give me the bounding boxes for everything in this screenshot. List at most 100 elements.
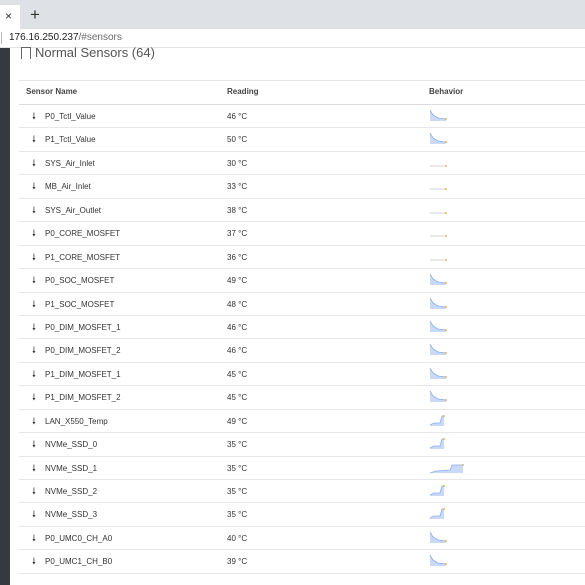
sensor-name: NVMe_SSD_3 — [45, 510, 98, 520]
sparkline-current-dot — [445, 539, 447, 542]
sensor-name: NVMe_SSD_0 — [45, 440, 98, 450]
browser-tab[interactable]: × — [0, 5, 20, 29]
behavior-sparkline — [429, 463, 464, 473]
sparkline-current-dot — [445, 399, 447, 402]
table-row[interactable]: 🠗 P1_Tctl_Value 50 °C — [19, 128, 585, 152]
sensor-name: P1_Tctl_Value — [45, 135, 96, 145]
table-row[interactable]: 🠗 P1_SOC_MOSFET 48 °C — [19, 293, 585, 316]
behavior-sparkline — [429, 297, 447, 309]
table-row[interactable]: 🠗 P0_UMC1_CH_B0 39 °C — [19, 550, 585, 574]
table-row[interactable]: 🠗 NVMe_SSD_0 35 °C — [19, 433, 585, 457]
table-row[interactable]: 🠗 SYS_Air_Inlet 30 °C — [19, 152, 585, 176]
sensor-reading: 35 °C — [227, 463, 248, 473]
browser-tab-bar: × + — [0, 0, 585, 29]
new-tab-button[interactable]: + — [30, 6, 40, 24]
down-arrow-icon: 🠗 — [32, 462, 36, 473]
sensor-reading: 49 °C — [227, 276, 248, 286]
sparkline-current-dot — [445, 118, 447, 120]
sparkline-current-dot — [445, 563, 447, 566]
column-header-sensor-name[interactable]: Sensor Name — [26, 87, 77, 97]
sensor-reading: 39 °C — [227, 557, 248, 567]
sparkline-current-dot — [445, 329, 447, 331]
sensor-reading: 40 °C — [227, 533, 248, 543]
table-row[interactable]: 🠗 MB_Air_Inlet 33 °C — [19, 175, 585, 199]
table-row[interactable]: 🠗 P1_CORE_MOSFET 36 °C — [19, 246, 585, 270]
behavior-sparkline — [429, 438, 445, 450]
behavior-sparkline — [429, 555, 447, 567]
sensor-name: SYS_Air_Outlet — [45, 205, 102, 215]
column-header-reading[interactable]: Reading — [227, 87, 259, 97]
sensor-reading: 46 °C — [227, 322, 248, 332]
sparkline-area — [430, 344, 446, 356]
behavior-sparkline — [429, 133, 447, 145]
section-title: Normal Sensors (64) — [21, 44, 155, 62]
sparkline-area — [430, 110, 446, 121]
behavior-sparkline — [430, 235, 447, 238]
sparkline-area — [430, 133, 446, 145]
behavior-sparkline — [429, 344, 447, 356]
sensor-reading: 38 °C — [227, 205, 248, 215]
sensor-reading: 46 °C — [227, 112, 248, 121]
sensor-reading: 35 °C — [227, 510, 248, 520]
down-arrow-icon: 🠗 — [32, 181, 36, 192]
table-row[interactable]: 🠗 P0_UMC0_CH_A0 40 °C — [19, 527, 585, 551]
table-row[interactable]: 🠗 NVMe_SSD_3 35 °C — [19, 503, 585, 527]
table-row[interactable]: 🠗 P0_DIM_MOSFET_1 46 °C — [19, 316, 585, 340]
table-row[interactable]: 🠗 P1_DIM_MOSFET_2 45 °C — [19, 386, 585, 410]
url-path: /#sensors — [78, 32, 122, 43]
behavior-sparkline — [430, 258, 447, 261]
table-row[interactable]: 🠗 P0_CORE_MOSFET 37 °C — [19, 222, 585, 246]
table-row[interactable]: 🠗 SYS_Air_Outlet 38 °C — [19, 199, 585, 223]
sparkline-area — [430, 464, 463, 473]
sparkline-current-dot — [445, 141, 447, 144]
sensor-name: P0_CORE_MOSFET — [45, 229, 121, 239]
behavior-sparkline — [429, 485, 445, 496]
behavior-sparkline — [429, 367, 447, 379]
column-header-behavior[interactable]: Behavior — [429, 87, 463, 97]
tab-close-icon[interactable]: × — [5, 9, 12, 23]
sensor-name: P0_DIM_MOSFET_1 — [45, 322, 121, 332]
table-row[interactable]: 🠗 P0_DIM_MOSFET_2 46 °C — [19, 339, 585, 363]
sensor-reading: 33 °C — [227, 182, 248, 192]
sensor-name: LAN_X550_Temp — [45, 416, 108, 426]
table-row[interactable]: 🠗 NVMe_SSD_2 35 °C — [19, 480, 585, 504]
behavior-sparkline — [429, 109, 447, 121]
down-arrow-icon: 🠗 — [32, 392, 36, 403]
down-arrow-icon: 🠗 — [32, 439, 36, 450]
sparkline-current-dot — [443, 438, 445, 441]
section-title-text: Normal Sensors (64) — [35, 45, 155, 60]
sensor-reading: 48 °C — [227, 299, 248, 309]
behavior-sparkline — [430, 211, 447, 214]
down-arrow-icon: 🠗 — [32, 415, 36, 426]
sensor-reading: 30 °C — [227, 158, 248, 168]
table-row[interactable]: 🠗 LAN_X550_Temp 49 °C — [19, 410, 585, 434]
down-arrow-icon: 🠗 — [32, 345, 36, 356]
sensor-name: P0_UMC1_CH_B0 — [45, 557, 113, 567]
down-arrow-icon: 🠗 — [32, 321, 36, 332]
table-row[interactable]: 🠗 NVMe_SSD_1 35 °C — [19, 457, 585, 480]
sparkline-current-dot — [445, 188, 447, 191]
behavior-sparkline — [429, 391, 447, 403]
table-row[interactable]: 🠗 P0_Tctl_Value 46 °C — [19, 105, 585, 129]
down-arrow-icon: 🠗 — [32, 111, 36, 121]
sensor-name: P0_UMC0_CH_A0 — [45, 533, 113, 543]
sparkline-current-dot — [462, 463, 464, 466]
sensor-reading: 46 °C — [227, 346, 248, 356]
sensor-reading: 36 °C — [227, 252, 248, 262]
sensor-name: SYS_Air_Inlet — [45, 158, 95, 168]
sensor-name: NVMe_SSD_1 — [45, 463, 98, 473]
url-text[interactable]: 176.16.250.237/#sensors — [9, 32, 122, 44]
sensor-name: NVMe_SSD_2 — [45, 487, 98, 496]
sensor-name: P1_DIM_MOSFET_1 — [45, 369, 121, 379]
sparkline-area — [430, 367, 446, 379]
behavior-sparkline — [429, 320, 447, 332]
table-row[interactable]: 🠗 P0_SOC_MOSFET 49 °C — [19, 269, 585, 293]
sparkline-current-dot — [443, 485, 445, 487]
table-row[interactable]: 🠗 P1_DIM_MOSFET_1 45 °C — [19, 363, 585, 387]
down-arrow-icon: 🠗 — [32, 204, 36, 215]
down-arrow-icon: 🠗 — [32, 134, 36, 145]
sensor-name: P0_SOC_MOSFET — [45, 276, 115, 286]
sensor-reading: 45 °C — [227, 369, 248, 379]
sparkline-current-dot — [445, 375, 447, 378]
down-arrow-icon: 🠗 — [32, 509, 36, 520]
